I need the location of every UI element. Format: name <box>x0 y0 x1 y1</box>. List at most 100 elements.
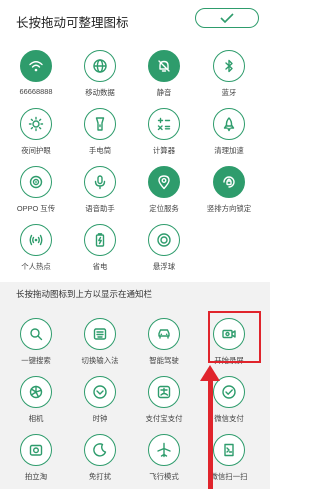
tile-floating-ball[interactable]: 悬浮球 <box>133 224 195 284</box>
tile-icon-wifi <box>20 50 52 82</box>
tile-label: 计算器 <box>152 146 176 155</box>
wechat-pay-icon <box>222 385 236 399</box>
tile-label: 蓝牙 <box>221 88 237 97</box>
share-icon <box>29 175 43 189</box>
tile-hotspot[interactable]: 个人热点 <box>5 224 67 284</box>
tile-label: 时钟 <box>92 414 108 423</box>
tile-label: 个人热点 <box>21 262 51 271</box>
tile-icon-floating-ball <box>148 224 180 256</box>
tile-icon-do-not-disturb <box>84 434 116 466</box>
camera-icon <box>29 385 43 399</box>
tile-calculator[interactable]: 计算器 <box>133 108 195 168</box>
tile-icon-voice-assistant <box>84 166 116 198</box>
tile-icon-rotation-lock <box>213 166 245 198</box>
tile-label: 微信支付 <box>214 414 244 423</box>
tile-icon-calculator <box>148 108 180 140</box>
globe-icon <box>93 59 107 73</box>
tile-label: 一键搜索 <box>21 356 51 365</box>
tile-label: 语音助手 <box>85 204 115 213</box>
tile-input-method[interactable]: 切换输入法 <box>69 318 131 378</box>
calculator-icon <box>157 117 171 131</box>
tile-icon-input-method <box>84 318 116 350</box>
highlight-box <box>208 311 261 363</box>
tile-label: 手电筒 <box>88 146 112 155</box>
moon-icon <box>93 443 107 457</box>
clock-icon <box>93 385 107 399</box>
page-title: 长按拖动可整理图标 <box>16 16 129 30</box>
tile-label: 移动数据 <box>85 88 115 97</box>
tile-eye-care[interactable]: 夜间护眼 <box>5 108 67 168</box>
done-button[interactable] <box>195 8 259 28</box>
tile-airplane[interactable]: 飞行模式 <box>133 434 195 494</box>
check-icon <box>220 13 234 23</box>
tile-icon-alipay <box>148 376 180 408</box>
tile-alipay[interactable]: 支付宝支付 <box>133 376 195 436</box>
rocket-icon <box>223 117 235 132</box>
bluetooth-icon <box>225 59 233 73</box>
tile-clock[interactable]: 时钟 <box>69 376 131 436</box>
floating-ball-icon <box>157 233 171 247</box>
tile-icon-wechat-scan <box>213 434 245 466</box>
header: 长按拖动可整理图标 <box>0 0 270 40</box>
car-icon <box>158 329 170 339</box>
highlight-arrow-shaft <box>208 378 213 489</box>
bell-off-icon <box>158 60 170 72</box>
tile-label: 微信扫一扫 <box>210 472 248 481</box>
tile-smart-driving[interactable]: 智能驾驶 <box>133 318 195 378</box>
tile-icon-flashlight <box>84 108 116 140</box>
tile-power-saving[interactable]: 省电 <box>69 224 131 284</box>
tile-icon-taobao <box>20 434 52 466</box>
tile-label: 智能驾驶 <box>149 356 179 365</box>
mic-icon <box>94 175 106 190</box>
scan-icon <box>224 443 234 457</box>
tile-rotation-lock[interactable]: 竖排方向锁定 <box>198 166 260 226</box>
tile-label: 66668888 <box>19 87 53 96</box>
tile-icon-location <box>148 166 180 198</box>
tile-label: 竖排方向锁定 <box>206 204 252 213</box>
keyboard-icon <box>93 328 107 340</box>
tile-do-not-disturb[interactable]: 免打扰 <box>69 434 131 494</box>
inactive-section-title: 长按拖动图标到上方以显示在通知栏 <box>16 289 153 299</box>
tile-label: OPPO 互传 <box>16 204 56 213</box>
tile-label: 清理加速 <box>214 146 244 155</box>
taobao-camera-icon <box>29 444 43 456</box>
tile-label: 拍立淘 <box>24 472 48 481</box>
tile-label: 飞行模式 <box>149 472 179 481</box>
tile-icon-hotspot <box>20 224 52 256</box>
tile-taobao[interactable]: 拍立淘 <box>5 434 67 494</box>
tile-icon-smart-driving <box>148 318 180 350</box>
tile-label: 定位服务 <box>149 204 179 213</box>
tile-icon-power-saving <box>84 224 116 256</box>
tile-voice-assistant[interactable]: 语音助手 <box>69 166 131 226</box>
tile-mobile-data[interactable]: 移动数据 <box>69 50 131 110</box>
tile-icon-cleanup <box>213 108 245 140</box>
location-icon <box>158 175 170 190</box>
tile-icon-airplane <box>148 434 180 466</box>
battery-icon <box>95 233 105 247</box>
tile-flashlight[interactable]: 手电筒 <box>69 108 131 168</box>
tile-search[interactable]: 一键搜索 <box>5 318 67 378</box>
tile-icon-search <box>20 318 52 350</box>
tile-wifi[interactable]: 66668888 <box>5 50 67 110</box>
tile-oppo-share[interactable]: OPPO 互传 <box>5 166 67 226</box>
tile-cleanup[interactable]: 清理加速 <box>198 108 260 168</box>
tile-bluetooth[interactable]: 蓝牙 <box>198 50 260 110</box>
tile-icon-clock <box>84 376 116 408</box>
tile-icon-eye-care <box>20 108 52 140</box>
search-icon <box>30 328 43 341</box>
alipay-icon <box>157 385 171 399</box>
tile-label: 悬浮球 <box>152 262 176 271</box>
rotation-lock-icon <box>223 176 235 188</box>
flashlight-icon <box>95 117 105 131</box>
tile-icon-camera <box>20 376 52 408</box>
hotspot-icon <box>29 234 43 246</box>
tile-label: 支付宝支付 <box>145 414 183 423</box>
tile-silent[interactable]: 静音 <box>133 50 195 110</box>
tile-label: 静音 <box>156 88 172 97</box>
tile-label: 夜间护眼 <box>21 146 51 155</box>
tile-location[interactable]: 定位服务 <box>133 166 195 226</box>
tile-label: 相机 <box>28 414 44 423</box>
tile-camera[interactable]: 相机 <box>5 376 67 436</box>
tile-label: 省电 <box>92 262 108 271</box>
tile-label: 切换输入法 <box>81 356 119 365</box>
